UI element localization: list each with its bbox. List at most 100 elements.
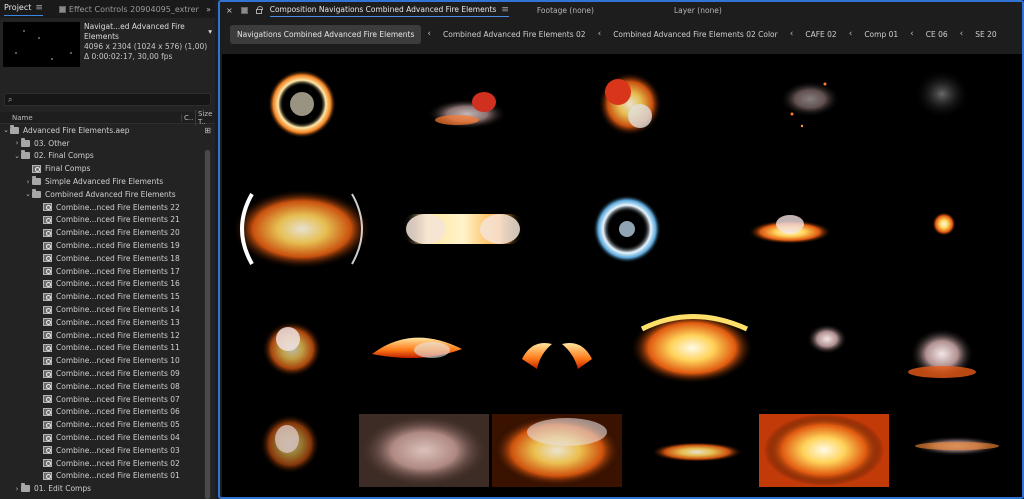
project-tree-item[interactable]: Combine...nced Fire Elements 17 <box>0 265 204 278</box>
comp-icon <box>43 331 52 340</box>
project-tree-item[interactable]: Combine...nced Fire Elements 06 <box>0 406 204 419</box>
project-tree-item[interactable]: Combine...nced Fire Elements 08 <box>0 380 204 393</box>
project-tree-item[interactable]: ⌄ Advanced Fire Elements.aep <box>0 124 204 137</box>
tab-footage[interactable]: Footage (none) <box>537 6 594 15</box>
comp-icon <box>43 343 52 352</box>
breadcrumb-item[interactable]: Navigations Combined Advanced Fire Eleme… <box>230 24 422 44</box>
project-tree-item-label: Combine...nced Fire Elements 06 <box>56 407 180 417</box>
project-icon <box>10 124 19 134</box>
project-tree-item[interactable]: Combine...nced Fire Elements 19 <box>0 239 204 252</box>
project-tree-item[interactable]: › Simple Advanced Fire Elements <box>0 175 204 188</box>
fx-fire-burst-orange-1 <box>759 414 889 487</box>
chevron-right-icon[interactable]: › <box>24 178 32 186</box>
project-tree-item[interactable]: Combine...nced Fire Elements 07 <box>0 393 204 406</box>
project-tree-item[interactable]: Combine...nced Fire Elements 14 <box>0 303 204 316</box>
project-tree-item-label: Combine...nced Fire Elements 01 <box>56 471 180 481</box>
project-tree-item[interactable]: Combine...nced Fire Elements 20 <box>0 226 204 239</box>
fx-smoke-column-1 <box>908 328 976 380</box>
project-tree-item[interactable]: Combine...nced Fire Elements 01 <box>0 470 204 483</box>
chevron-right-icon[interactable]: › <box>13 485 21 493</box>
project-tree-item[interactable]: ⌄ 02. Final Comps <box>0 150 204 163</box>
lock-icon[interactable] <box>255 6 263 14</box>
project-tree-item[interactable]: Combine...nced Fire Elements 12 <box>0 329 204 342</box>
close-icon[interactable]: × <box>226 6 233 15</box>
breadcrumb-item[interactable]: CAFE 02 <box>799 26 842 43</box>
project-scrollbar[interactable] <box>204 150 211 499</box>
project-tree-item[interactable]: Combine...nced Fire Elements 22 <box>0 201 204 214</box>
project-tree-item-label: Advanced Fire Elements.aep <box>23 125 130 135</box>
fx-fire-explosion-large-1 <box>627 312 757 384</box>
fx-smoke-cloud-1 <box>359 414 489 487</box>
breadcrumb-item[interactable]: SE 20 <box>969 26 1002 43</box>
chevron-left-icon: ‹ <box>789 29 794 39</box>
project-tree-item[interactable]: Final Comps <box>0 162 204 175</box>
panel-menu-icon[interactable]: ≡ <box>35 3 43 13</box>
scrollbar-thumb[interactable] <box>205 150 210 499</box>
chevron-down-icon[interactable]: ⌄ <box>24 190 32 198</box>
comp-icon <box>43 228 52 237</box>
breadcrumb-item[interactable]: Comp 01 <box>858 26 904 43</box>
folder-icon <box>32 188 41 198</box>
project-tree-item-label: Combined Advanced Fire Elements <box>45 189 176 199</box>
breadcrumb-item[interactable]: Combined Advanced Fire Elements 02 Color <box>607 26 784 43</box>
project-tree-item[interactable]: Combine...nced Fire Elements 15 <box>0 290 204 303</box>
project-search-input[interactable]: ⌕ <box>4 93 211 106</box>
project-tree-item[interactable]: › 03. Other <box>0 137 204 150</box>
project-tree-item[interactable]: Combine...nced Fire Elements 04 <box>0 431 204 444</box>
tab-effect-controls[interactable]: Effect Controls 20904095_extreme-fi <box>58 5 199 14</box>
project-tree-item-label: Combine...nced Fire Elements 03 <box>56 445 180 455</box>
chevron-left-icon: ‹ <box>597 29 602 39</box>
comp-thumbnail <box>3 22 80 67</box>
chevron-down-icon[interactable]: ⌄ <box>13 152 21 160</box>
project-tree-item[interactable]: Combine...nced Fire Elements 18 <box>0 252 204 265</box>
tab-project[interactable]: Project ≡ <box>4 3 43 16</box>
fx-fire-beam-1 <box>402 214 524 244</box>
project-tree-item[interactable]: Combine...nced Fire Elements 13 <box>0 316 204 329</box>
flowchart-icon[interactable]: ⊞ <box>204 126 211 135</box>
project-tab-row: Project ≡ Effect Controls 20904095_extre… <box>0 0 215 18</box>
caret-down-icon[interactable]: ▾ <box>208 27 212 37</box>
breadcrumb-item[interactable]: Combined Advanced Fire Elements 02 <box>437 26 592 43</box>
composition-viewer[interactable] <box>222 54 1022 497</box>
comp-icon <box>43 318 52 327</box>
project-tree-item[interactable]: ⌄ Combined Advanced Fire Elements <box>0 188 204 201</box>
project-tree-item[interactable]: › 01. Edit Comps <box>0 482 204 495</box>
fx-fire-swirl-2 <box>260 414 320 474</box>
project-tree-item[interactable]: Combine...nced Fire Elements 03 <box>0 444 204 457</box>
chevron-right-icon[interactable]: › <box>13 139 21 147</box>
comp-icon <box>43 356 52 365</box>
fx-smoke-sparks-1 <box>780 81 840 128</box>
chevron-down-icon[interactable]: ⌄ <box>2 126 10 134</box>
project-tree-item-label: Combine...nced Fire Elements 11 <box>56 343 180 353</box>
chevron-left-icon: ‹ <box>959 29 964 39</box>
tab-composition[interactable]: Composition Navigations Combined Advance… <box>269 5 509 17</box>
chevron-left-icon: ‹ <box>427 29 431 39</box>
project-tree-item[interactable]: Combine...nced Fire Elements 16 <box>0 278 204 291</box>
project-tree-item[interactable]: Combine...nced Fire Elements 09 <box>0 367 204 380</box>
comp-icon <box>43 446 52 455</box>
project-tree-item[interactable]: Combine...nced Fire Elements 21 <box>0 214 204 227</box>
project-tree-item[interactable]: Combine...nced Fire Elements 10 <box>0 354 204 367</box>
col-label[interactable]: C.. <box>181 113 195 122</box>
panel-overflow-chevron-icon[interactable]: » <box>206 5 211 14</box>
breadcrumb-item[interactable]: CE 06 <box>920 26 954 43</box>
tab-composition-label: Composition Navigations Combined Advance… <box>269 5 497 14</box>
fx-fire-wave-1 <box>372 337 462 358</box>
project-tree-item-label: Combine...nced Fire Elements 07 <box>56 394 180 404</box>
col-name[interactable]: Name <box>0 114 181 122</box>
project-thumbnail-area: Navigat...ed Advanced Fire Elements ▾ 40… <box>0 18 215 80</box>
fx-fire-streak-1 <box>912 436 1002 456</box>
comp-icon <box>43 215 52 224</box>
project-tree-item[interactable]: Combine...nced Fire Elements 02 <box>0 457 204 470</box>
col-size-label: Size <box>198 109 213 118</box>
comp-icon <box>43 471 52 480</box>
tab-layer[interactable]: Layer (none) <box>674 6 722 15</box>
comp-icon <box>43 267 52 276</box>
project-tree-item-label: Combine...nced Fire Elements 12 <box>56 330 180 340</box>
comp-info-dimensions: 4096 x 2304 (1024 x 576) (1,00) <box>84 42 208 51</box>
fx-flame-field-1 <box>492 414 622 487</box>
project-tree-item[interactable]: Combine...nced Fire Elements 05 <box>0 418 204 431</box>
composition-panel: × Composition Navigations Combined Advan… <box>218 0 1024 499</box>
project-tree-item[interactable]: Combine...nced Fire Elements 11 <box>0 342 204 355</box>
composition-menu-icon[interactable]: ≡ <box>501 5 509 15</box>
